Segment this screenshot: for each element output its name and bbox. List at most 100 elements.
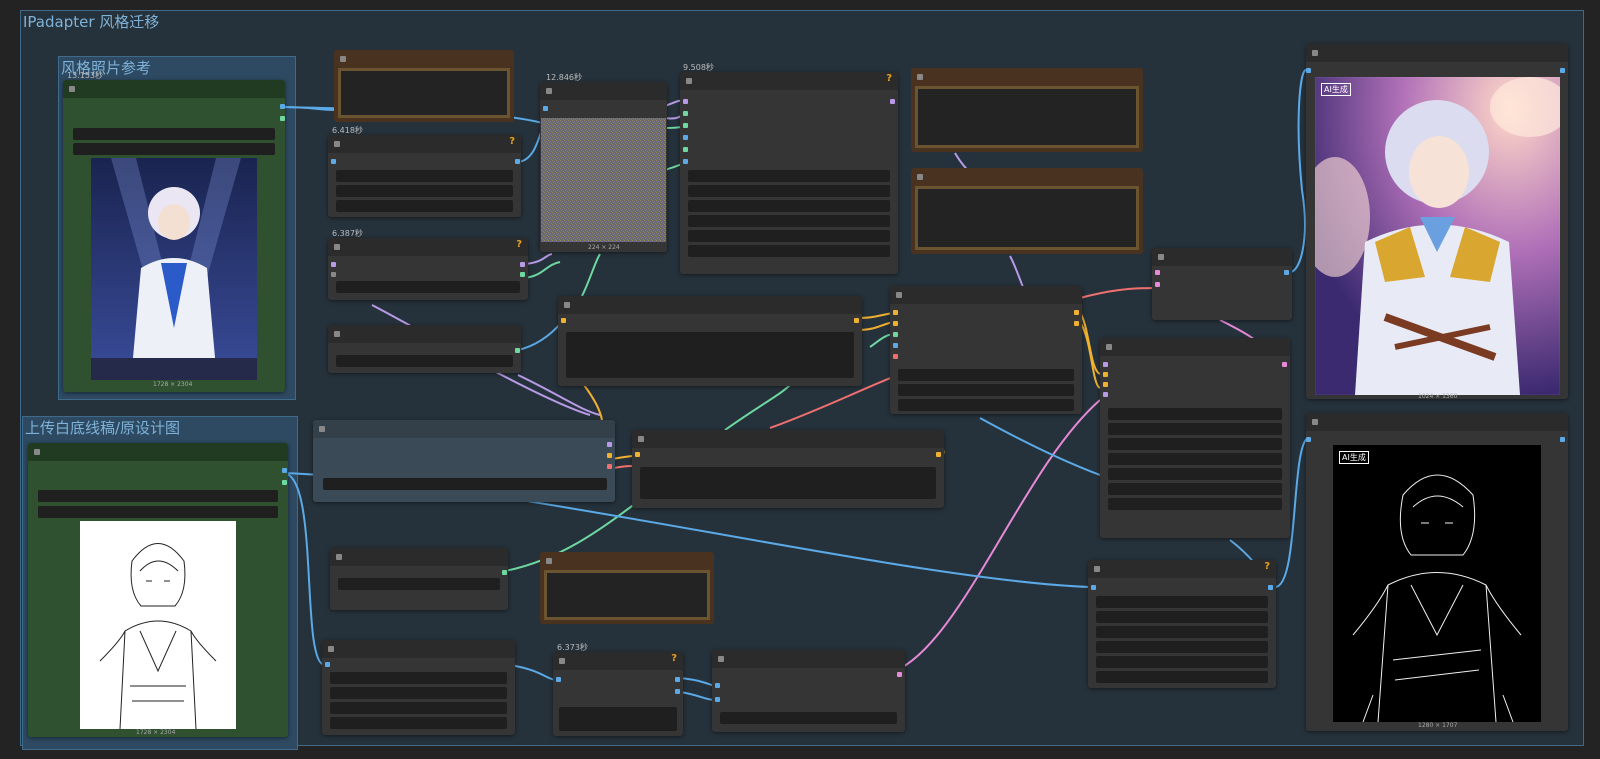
output-port[interactable]	[520, 272, 525, 277]
output-port[interactable]	[675, 677, 680, 682]
node-collapse-icon[interactable]	[546, 558, 552, 564]
input-port[interactable]	[543, 106, 548, 111]
node-widget[interactable]	[336, 281, 520, 293]
output-port[interactable]	[607, 453, 612, 458]
input-port[interactable]	[683, 111, 688, 116]
input-port[interactable]	[331, 272, 336, 277]
noise-preview-node[interactable]: 224 × 224	[540, 82, 667, 252]
input-port[interactable]	[893, 321, 898, 326]
input-port[interactable]	[1306, 68, 1311, 73]
node-widget[interactable]	[338, 578, 500, 590]
output-port[interactable]	[280, 104, 285, 109]
node-widget[interactable]	[688, 230, 890, 242]
processing-node[interactable]	[328, 325, 521, 373]
input-port[interactable]	[325, 662, 330, 667]
node-widget[interactable]	[688, 215, 890, 227]
node-widget[interactable]	[559, 707, 677, 731]
output-port[interactable]	[1074, 321, 1079, 326]
node-widget[interactable]	[688, 200, 890, 212]
node-widget[interactable]	[1096, 626, 1268, 638]
output-port[interactable]	[1074, 310, 1079, 315]
clip-text-encode-node[interactable]	[632, 430, 944, 508]
node-collapse-icon[interactable]	[328, 646, 334, 652]
node-collapse-icon[interactable]	[1094, 566, 1100, 572]
output-port[interactable]	[890, 99, 895, 104]
node-collapse-icon[interactable]	[334, 141, 340, 147]
processing-node[interactable]: ?	[553, 652, 683, 736]
note-node[interactable]	[911, 168, 1143, 254]
input-port[interactable]	[635, 452, 640, 457]
vae-decode-node[interactable]	[1152, 248, 1292, 320]
node-collapse-icon[interactable]	[1312, 50, 1318, 56]
output-port[interactable]	[897, 672, 902, 677]
input-port[interactable]	[1103, 372, 1108, 377]
node-widget[interactable]	[336, 185, 513, 197]
node-widget[interactable]	[1108, 453, 1282, 465]
input-port[interactable]	[893, 343, 898, 348]
node-widget[interactable]	[330, 672, 507, 684]
node-collapse-icon[interactable]	[1158, 254, 1164, 260]
node-collapse-icon[interactable]	[340, 56, 346, 62]
input-port[interactable]	[683, 159, 688, 164]
input-port[interactable]	[1306, 437, 1311, 442]
node-collapse-icon[interactable]	[34, 449, 40, 455]
input-port[interactable]	[893, 354, 898, 359]
note-node[interactable]	[911, 68, 1143, 152]
node-collapse-icon[interactable]	[896, 292, 902, 298]
ksampler-node[interactable]: ?	[680, 72, 898, 274]
output-port[interactable]	[854, 318, 859, 323]
input-port[interactable]	[1103, 362, 1108, 367]
node-widget[interactable]	[1108, 498, 1282, 510]
node-widget[interactable]	[38, 506, 278, 518]
node-collapse-icon[interactable]	[564, 302, 570, 308]
node-collapse-icon[interactable]	[718, 656, 724, 662]
processing-node[interactable]	[330, 548, 508, 610]
node-widget[interactable]	[898, 384, 1074, 396]
input-port[interactable]	[715, 697, 720, 702]
node-collapse-icon[interactable]	[334, 244, 340, 250]
node-collapse-icon[interactable]	[334, 331, 340, 337]
ksampler-node-2[interactable]	[1100, 338, 1290, 538]
note-node[interactable]	[334, 50, 514, 122]
input-port[interactable]	[561, 318, 566, 323]
processing-node[interactable]: ?	[328, 238, 528, 300]
node-widget[interactable]	[688, 170, 890, 182]
output-port[interactable]	[502, 570, 507, 575]
node-collapse-icon[interactable]	[917, 74, 923, 80]
node-collapse-icon[interactable]	[559, 658, 565, 664]
node-widget[interactable]	[1108, 408, 1282, 420]
controlnet-apply-node[interactable]	[890, 286, 1082, 414]
output-port[interactable]	[515, 348, 520, 353]
node-widget[interactable]	[640, 467, 936, 499]
input-port[interactable]	[893, 332, 898, 337]
load-image-node-lineart[interactable]: 1728 × 2304	[28, 443, 288, 737]
node-collapse-icon[interactable]	[546, 88, 552, 94]
node-widget[interactable]	[73, 128, 275, 140]
output-port[interactable]	[607, 464, 612, 469]
input-port[interactable]	[1155, 282, 1160, 287]
output-port[interactable]	[936, 452, 941, 457]
load-image-node-style[interactable]: 1728 × 2304	[63, 80, 285, 392]
input-port[interactable]	[683, 135, 688, 140]
preview-image-node-lineart[interactable]: AI生成 1280 × 1707	[1306, 413, 1568, 731]
node-collapse-icon[interactable]	[319, 426, 325, 432]
output-port[interactable]	[515, 159, 520, 164]
input-port[interactable]	[556, 677, 561, 682]
node-widget[interactable]	[898, 399, 1074, 411]
node-widget[interactable]	[1096, 656, 1268, 668]
node-widget[interactable]	[688, 185, 890, 197]
node-collapse-icon[interactable]	[917, 174, 923, 180]
node-collapse-icon[interactable]	[638, 436, 644, 442]
node-widget[interactable]	[336, 355, 513, 367]
output-port[interactable]	[282, 468, 287, 473]
output-port[interactable]	[1282, 362, 1287, 367]
input-port[interactable]	[683, 99, 688, 104]
input-port[interactable]	[331, 262, 336, 267]
node-collapse-icon[interactable]	[69, 86, 75, 92]
output-port[interactable]	[1268, 585, 1273, 590]
processing-node[interactable]	[322, 640, 515, 735]
node-widget[interactable]	[1108, 468, 1282, 480]
output-port[interactable]	[282, 480, 287, 485]
node-widget[interactable]	[330, 717, 507, 729]
output-port[interactable]	[675, 689, 680, 694]
